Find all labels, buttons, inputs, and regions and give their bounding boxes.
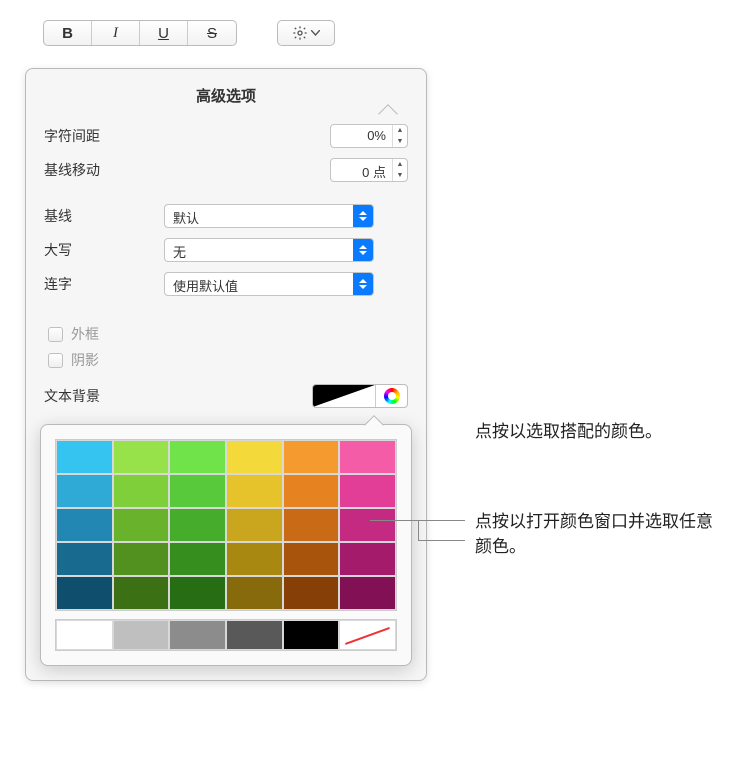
color-swatch[interactable] [283, 474, 340, 508]
baseline-label: 基线 [44, 206, 164, 226]
select-chevron-icon [353, 239, 373, 261]
ligatures-select-value: 使用默认值 [165, 273, 353, 295]
text-background-color-control [312, 384, 408, 408]
char-spacing-value: 0% [331, 125, 392, 147]
ligatures-label: 连字 [44, 274, 164, 294]
strikethrough-button[interactable]: S [188, 21, 236, 45]
format-toolbar: B I U S [25, 20, 435, 46]
outline-label: 外框 [71, 324, 99, 344]
color-swatch[interactable] [339, 542, 396, 576]
baseline-select-value: 默认 [165, 205, 353, 227]
color-swatch[interactable] [339, 508, 396, 542]
stepper-down-icon[interactable]: ▼ [393, 170, 407, 181]
text-background-label: 文本背景 [44, 386, 312, 406]
baseline-shift-value: 0 点 [331, 159, 392, 181]
caps-select-value: 无 [165, 239, 353, 261]
color-swatch[interactable] [113, 474, 170, 508]
underline-button[interactable]: U [140, 21, 188, 45]
color-swatch[interactable] [169, 474, 226, 508]
color-swatch[interactable] [56, 474, 113, 508]
color-swatch[interactable] [56, 508, 113, 542]
baseline-shift-stepper[interactable]: 0 点 ▲▼ [330, 158, 408, 182]
color-swatch[interactable] [56, 576, 113, 610]
color-swatch[interactable] [113, 576, 170, 610]
shadow-label: 阴影 [71, 350, 99, 370]
color-swatch[interactable] [339, 474, 396, 508]
neutral-palette-row [55, 619, 397, 651]
color-swatch[interactable] [226, 576, 283, 610]
ligatures-select[interactable]: 使用默认值 [164, 272, 374, 296]
gear-icon [292, 25, 308, 41]
stepper-up-icon[interactable]: ▲ [393, 125, 407, 136]
color-swatch[interactable] [283, 542, 340, 576]
baseline-select[interactable]: 默认 [164, 204, 374, 228]
bold-button[interactable]: B [44, 21, 92, 45]
popover-title: 高级选项 [44, 85, 408, 106]
select-chevron-icon [353, 205, 373, 227]
chevron-down-icon [311, 30, 320, 36]
color-swatch[interactable] [226, 620, 283, 650]
color-swatch[interactable] [339, 440, 396, 474]
color-swatch[interactable] [226, 440, 283, 474]
color-swatch[interactable] [169, 576, 226, 610]
caps-select[interactable]: 无 [164, 238, 374, 262]
color-swatch[interactable] [283, 576, 340, 610]
color-swatch[interactable] [169, 620, 226, 650]
color-swatch[interactable] [283, 620, 340, 650]
color-swatch[interactable] [283, 508, 340, 542]
color-swatch[interactable] [56, 542, 113, 576]
shadow-checkbox[interactable] [48, 353, 63, 368]
color-swatch[interactable] [339, 576, 396, 610]
color-swatch[interactable] [226, 474, 283, 508]
text-style-group: B I U S [43, 20, 237, 46]
color-wheel-icon [384, 388, 400, 404]
char-spacing-label: 字符间距 [44, 126, 330, 146]
color-swatch[interactable] [169, 508, 226, 542]
caps-label: 大写 [44, 240, 164, 260]
color-palette-popover [40, 424, 412, 666]
color-swatch[interactable] [56, 440, 113, 474]
color-swatch[interactable] [226, 542, 283, 576]
color-swatch[interactable] [169, 440, 226, 474]
stepper-down-icon[interactable]: ▼ [393, 136, 407, 147]
outline-checkbox[interactable] [48, 327, 63, 342]
color-swatch[interactable] [113, 508, 170, 542]
color-swatch[interactable] [113, 542, 170, 576]
baseline-shift-label: 基线移动 [44, 160, 330, 180]
color-swatch[interactable] [113, 620, 170, 650]
italic-button[interactable]: I [92, 21, 140, 45]
advanced-options-popover: 高级选项 字符间距 0% ▲▼ 基线移动 0 点 ▲▼ 基线 默认 大写 [25, 68, 427, 681]
annotation-swatch: 点按以选取搭配的颜色。 [475, 420, 695, 445]
no-color-swatch[interactable] [339, 620, 396, 650]
color-swatch[interactable] [56, 620, 113, 650]
color-swatch[interactable] [169, 542, 226, 576]
color-swatch-button[interactable] [313, 385, 375, 407]
advanced-options-button[interactable] [277, 20, 335, 46]
color-swatch[interactable] [113, 440, 170, 474]
color-palette-grid [55, 439, 397, 611]
stepper-up-icon[interactable]: ▲ [393, 159, 407, 170]
annotation-wheel: 点按以打开颜色窗口并选取任意颜色。 [475, 510, 715, 559]
color-swatch[interactable] [226, 508, 283, 542]
color-wheel-button[interactable] [375, 385, 407, 407]
select-chevron-icon [353, 273, 373, 295]
char-spacing-stepper[interactable]: 0% ▲▼ [330, 124, 408, 148]
color-swatch[interactable] [283, 440, 340, 474]
